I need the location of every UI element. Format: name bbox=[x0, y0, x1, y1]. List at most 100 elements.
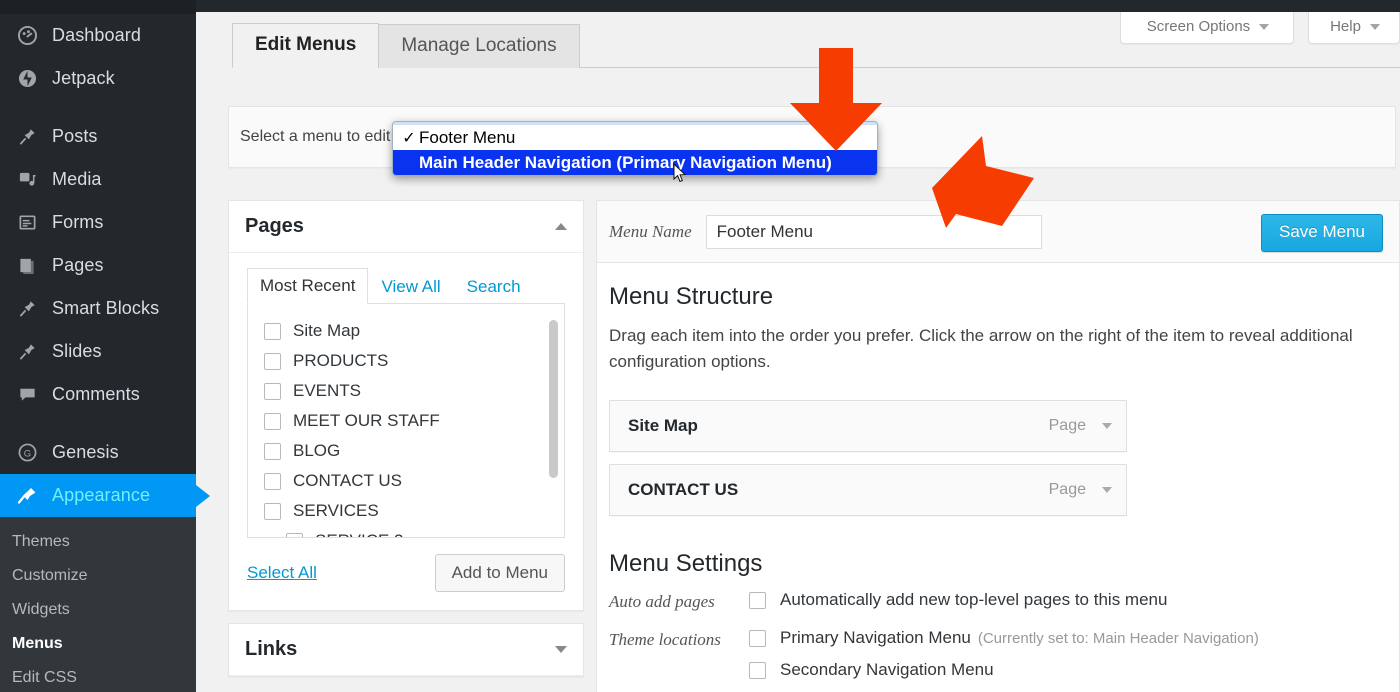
sidebar-item-label: Comments bbox=[52, 384, 140, 404]
auto-add-pages-field: Automatically add new top-level pages to… bbox=[749, 590, 1167, 610]
page-checkbox[interactable] bbox=[264, 472, 281, 490]
sidebar-item-smart-blocks[interactable]: Smart Blocks bbox=[0, 287, 196, 330]
sidebar-item-posts[interactable]: Posts bbox=[0, 115, 196, 158]
sidebar-divider bbox=[0, 100, 196, 115]
page-checkbox[interactable] bbox=[264, 352, 281, 370]
list-item-label: BLOG bbox=[293, 441, 341, 460]
sidebar-item-jetpack[interactable]: Jetpack bbox=[0, 57, 196, 100]
links-postbox-header[interactable]: Links bbox=[229, 624, 583, 676]
sidebar-item-menus[interactable]: Menus bbox=[0, 627, 196, 661]
menu-name-bar: Menu Name Save Menu bbox=[596, 200, 1400, 262]
add-to-menu-button[interactable]: Add to Menu bbox=[434, 554, 565, 592]
theme-locations-row: Theme locations Primary Navigation Menu … bbox=[609, 628, 1381, 680]
genesis-icon: G bbox=[12, 441, 42, 465]
media-icon bbox=[12, 168, 42, 192]
sidebar-item-customize[interactable]: Customize bbox=[0, 559, 196, 593]
tab-most-recent[interactable]: Most Recent bbox=[247, 268, 369, 304]
select-all-link[interactable]: Select All bbox=[247, 563, 317, 583]
list-item[interactable]: SERVICES bbox=[248, 496, 564, 526]
checklist-scrollbar-thumb[interactable] bbox=[549, 320, 558, 478]
page-checkbox[interactable] bbox=[264, 442, 281, 460]
admin-bar bbox=[196, 0, 1400, 12]
sidebar-item-appearance[interactable]: Appearance bbox=[0, 474, 210, 517]
page-checkbox[interactable] bbox=[264, 322, 281, 340]
primary-navigation-note: (Currently set to: Main Header Navigatio… bbox=[977, 629, 1259, 647]
list-item-label: MEET OUR STAFF bbox=[293, 411, 440, 430]
page-checkbox[interactable] bbox=[286, 532, 303, 537]
list-item[interactable]: BLOG bbox=[248, 436, 564, 466]
tab-manage-locations[interactable]: Manage Locations bbox=[378, 24, 580, 68]
sidebar-item-themes[interactable]: Themes bbox=[0, 525, 196, 559]
list-item[interactable]: Site Map bbox=[248, 316, 564, 346]
sidebar-menu-list: Dashboard Jetpack Posts Media Forms Page… bbox=[0, 14, 210, 692]
sidebar-item-pages[interactable]: Pages bbox=[0, 244, 196, 287]
menu-settings-section: Menu Settings Auto add pages Automatical… bbox=[609, 550, 1381, 680]
pages-postbox-body: Most Recent View All Search Site Map PRO… bbox=[229, 253, 583, 610]
menu-name-label: Menu Name bbox=[609, 221, 692, 241]
list-item[interactable]: SERVICE 3 bbox=[248, 526, 564, 537]
sidebar-item-dashboard[interactable]: Dashboard bbox=[0, 14, 196, 57]
list-item[interactable]: EVENTS bbox=[248, 376, 564, 406]
pages-postbox-header[interactable]: Pages bbox=[229, 201, 583, 253]
sidebar-item-label: Slides bbox=[52, 341, 102, 361]
mouse-cursor-icon bbox=[673, 163, 687, 183]
sidebar-item-widgets[interactable]: Widgets bbox=[0, 593, 196, 627]
list-item[interactable]: MEET OUR STAFF bbox=[248, 406, 564, 436]
sidebar-item-slides[interactable]: Slides bbox=[0, 330, 196, 373]
select-menu-label: Select a menu to edit bbox=[240, 128, 391, 145]
secondary-navigation-option[interactable]: Secondary Navigation Menu bbox=[749, 660, 1259, 680]
main-content: Screen Options Help Edit Menus Manage Lo… bbox=[196, 12, 1400, 692]
sidebar-item-forms[interactable]: Forms bbox=[0, 201, 196, 244]
pages-checklist-footer: Select All Add to Menu bbox=[247, 554, 565, 592]
dropdown-option-footer-menu[interactable]: ✓ Footer Menu bbox=[393, 125, 877, 150]
menu-edit-column: Menu Name Save Menu Menu Structure Drag … bbox=[596, 200, 1400, 692]
pages-postbox: Pages Most Recent View All Search Site M… bbox=[228, 200, 584, 611]
secondary-navigation-label: Secondary Navigation Menu bbox=[780, 660, 994, 679]
sidebar-item-media[interactable]: Media bbox=[0, 158, 196, 201]
dropdown-option-label: Main Header Navigation (Primary Navigati… bbox=[419, 152, 832, 172]
primary-navigation-checkbox[interactable] bbox=[749, 629, 766, 647]
pages-checklist[interactable]: Site Map PRODUCTS EVENTS MEET OUR STAFF … bbox=[247, 304, 565, 538]
list-item[interactable]: CONTACT US bbox=[248, 466, 564, 496]
primary-navigation-option[interactable]: Primary Navigation Menu (Currently set t… bbox=[749, 628, 1259, 648]
list-item[interactable]: PRODUCTS bbox=[248, 346, 564, 376]
sidebar-item-label: Jetpack bbox=[52, 68, 115, 88]
chevron-down-icon[interactable] bbox=[1102, 423, 1112, 429]
checklist-scrollbar[interactable] bbox=[549, 312, 561, 529]
chevron-up-icon[interactable] bbox=[555, 223, 567, 230]
menu-item-type: Page bbox=[1048, 417, 1086, 434]
menu-select-dropdown[interactable]: ✓ Footer Menu Main Header Navigation (Pr… bbox=[392, 121, 878, 176]
theme-locations-label: Theme locations bbox=[609, 630, 721, 649]
page-checkbox[interactable] bbox=[264, 502, 281, 520]
secondary-navigation-checkbox[interactable] bbox=[749, 661, 766, 679]
sidebar-item-label: Smart Blocks bbox=[52, 298, 160, 318]
sidebar-item-label: Forms bbox=[52, 212, 104, 232]
menu-item-row[interactable]: CONTACT US Page bbox=[609, 464, 1127, 516]
tab-view-all[interactable]: View All bbox=[368, 269, 453, 304]
save-menu-button[interactable]: Save Menu bbox=[1261, 214, 1383, 252]
sidebar-divider bbox=[0, 416, 196, 431]
tab-search[interactable]: Search bbox=[454, 269, 534, 304]
tab-edit-menus[interactable]: Edit Menus bbox=[232, 23, 380, 68]
pin-icon bbox=[12, 340, 42, 364]
menu-item-row[interactable]: Site Map Page bbox=[609, 400, 1127, 452]
auto-add-pages-checkbox[interactable] bbox=[749, 591, 766, 609]
forms-icon bbox=[12, 211, 42, 235]
sidebar-item-genesis[interactable]: G Genesis bbox=[0, 431, 196, 474]
primary-navigation-label: Primary Navigation Menu bbox=[780, 628, 971, 647]
page-checkbox[interactable] bbox=[264, 382, 281, 400]
chevron-down-icon[interactable] bbox=[555, 646, 567, 653]
pin-icon bbox=[12, 297, 42, 321]
menu-structure-body: Menu Structure Drag each item into the o… bbox=[596, 262, 1400, 692]
auto-add-pages-option[interactable]: Automatically add new top-level pages to… bbox=[749, 590, 1167, 610]
menu-name-input[interactable] bbox=[705, 214, 1042, 249]
list-item-label: Site Map bbox=[293, 321, 361, 340]
menu-structure-heading: Menu Structure bbox=[609, 283, 774, 310]
chevron-down-icon[interactable] bbox=[1102, 487, 1112, 493]
page-checkbox[interactable] bbox=[264, 412, 281, 430]
menu-accordion-column: Pages Most Recent View All Search Site M… bbox=[228, 200, 584, 689]
sidebar-item-edit-css[interactable]: Edit CSS bbox=[0, 661, 196, 692]
sidebar-item-comments[interactable]: Comments bbox=[0, 373, 196, 416]
dropdown-option-main-header-navigation[interactable]: Main Header Navigation (Primary Navigati… bbox=[393, 150, 877, 175]
svg-text:G: G bbox=[23, 448, 31, 459]
